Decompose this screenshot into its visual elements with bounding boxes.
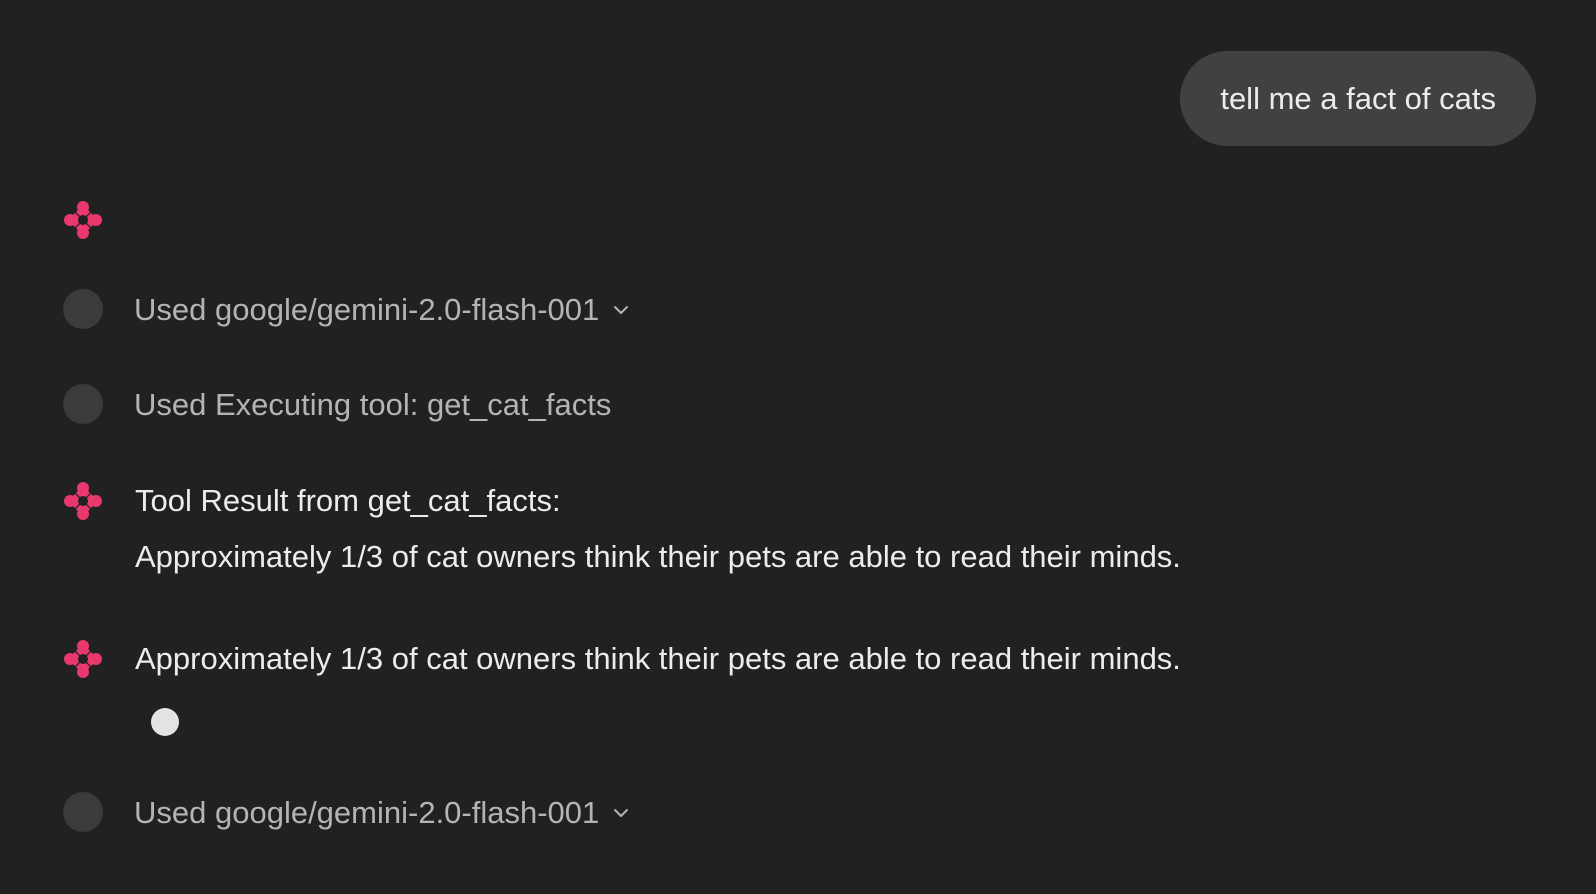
step-model-call-2: Used google/gemini-2.0-flash-001 — [62, 792, 631, 834]
chat-thread: tell me a fact of cats Used google/gemin… — [0, 0, 1596, 894]
step-dot-icon — [63, 289, 103, 329]
tool-call-label: Used Executing tool: get_cat_facts — [134, 387, 612, 422]
chevron-down-icon — [614, 306, 629, 314]
chevron-down-icon — [614, 809, 629, 817]
model-call-toggle[interactable]: Used google/gemini-2.0-flash-001 — [134, 289, 631, 331]
step-tool-call: Used Executing tool: get_cat_facts — [62, 384, 611, 426]
user-message-text: tell me a fact of cats — [1220, 80, 1496, 116]
user-message-bubble: tell me a fact of cats — [1180, 51, 1536, 146]
step-model-call-1: Used google/gemini-2.0-flash-001 — [62, 289, 631, 331]
assistant-logo-icon — [62, 638, 104, 680]
step-dot-icon — [63, 384, 103, 424]
typing-indicator-icon — [151, 708, 179, 736]
tool-result-body: Approximately 1/3 of cat owners think th… — [135, 539, 1181, 574]
model-call-toggle[interactable]: Used google/gemini-2.0-flash-001 — [134, 792, 631, 834]
assistant-reply-text: Approximately 1/3 of cat owners think th… — [135, 641, 1181, 676]
assistant-reply-message: Approximately 1/3 of cat owners think th… — [62, 638, 1181, 680]
assistant-logo-icon — [62, 199, 104, 241]
tool-result-message: Tool Result from get_cat_facts: Approxim… — [62, 480, 1181, 578]
model-call-label: Used google/gemini-2.0-flash-001 — [134, 795, 600, 830]
step-dot-icon — [63, 792, 103, 832]
assistant-logo-icon — [62, 480, 104, 522]
assistant-message-empty — [62, 199, 104, 241]
tool-result-title: Tool Result from get_cat_facts: — [135, 483, 561, 518]
model-call-label: Used google/gemini-2.0-flash-001 — [134, 292, 600, 327]
